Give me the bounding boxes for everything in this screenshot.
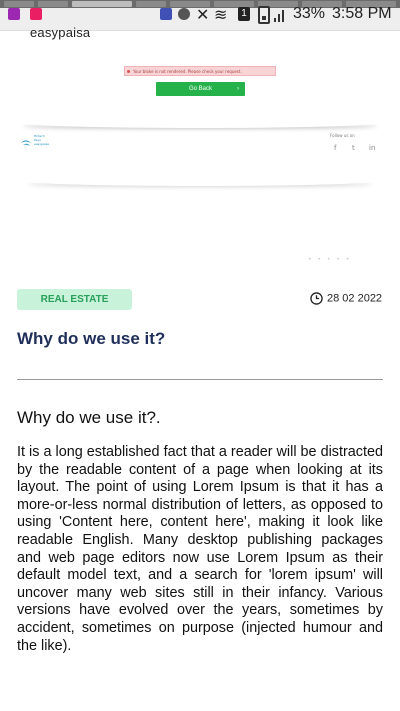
section-shadow-divider bbox=[25, 176, 375, 186]
article-title: Why do we use it? bbox=[17, 329, 166, 348]
app-notification-icon bbox=[160, 8, 172, 20]
browser-tab[interactable] bbox=[4, 1, 34, 7]
dot-icon bbox=[178, 8, 190, 20]
date-text: 28 02 2022 bbox=[327, 292, 383, 305]
chevron-right-icon: › bbox=[237, 86, 239, 92]
clock-icon bbox=[310, 292, 323, 305]
browser-tab[interactable] bbox=[136, 1, 166, 7]
error-message: Your bloke is not rendered. Please check… bbox=[133, 69, 242, 74]
app-notification-icon bbox=[8, 8, 20, 20]
article-date: 28 02 2022 bbox=[310, 292, 382, 305]
twitter-icon[interactable]: t bbox=[352, 144, 355, 152]
error-alert: Your bloke is not rendered. Please check… bbox=[124, 66, 276, 76]
facebook-icon[interactable]: f bbox=[334, 144, 336, 152]
footer-brand[interactable]: Fintech Pays easypaisa bbox=[20, 134, 49, 153]
title-divider bbox=[17, 379, 383, 380]
browser-tab[interactable] bbox=[38, 1, 68, 7]
section-shadow-divider bbox=[20, 118, 380, 128]
signal-icon bbox=[274, 6, 288, 22]
telenor-logo-icon bbox=[21, 140, 31, 146]
go-back-button[interactable]: Go Back › bbox=[156, 82, 245, 96]
go-back-label: Go Back bbox=[188, 86, 212, 92]
easypaisa-logo[interactable]: easypaisa bbox=[30, 25, 90, 40]
article-subtitle: Why do we use it?. bbox=[17, 408, 161, 427]
battery-icon bbox=[258, 6, 270, 24]
follow-us-label: Follow us on bbox=[330, 133, 355, 138]
footer-brand-text: Fintech Pays easypaisa bbox=[34, 134, 49, 146]
category-badge[interactable]: REAL ESTATE bbox=[17, 289, 132, 310]
loading-dots: • • • • • bbox=[308, 256, 352, 263]
app-notification-icon bbox=[30, 8, 42, 20]
battery-percent: 33% bbox=[293, 5, 326, 22]
wifi-icon: ≋ bbox=[214, 7, 228, 24]
linkedin-icon[interactable]: in bbox=[369, 144, 375, 152]
mute-icon: ✕ bbox=[196, 7, 210, 24]
clock-time: 3:58 PM bbox=[332, 5, 392, 22]
browser-tab-active[interactable] bbox=[72, 1, 132, 7]
article-body: It is a long established fact that a rea… bbox=[17, 444, 383, 654]
notification-count: 1 bbox=[238, 7, 250, 21]
